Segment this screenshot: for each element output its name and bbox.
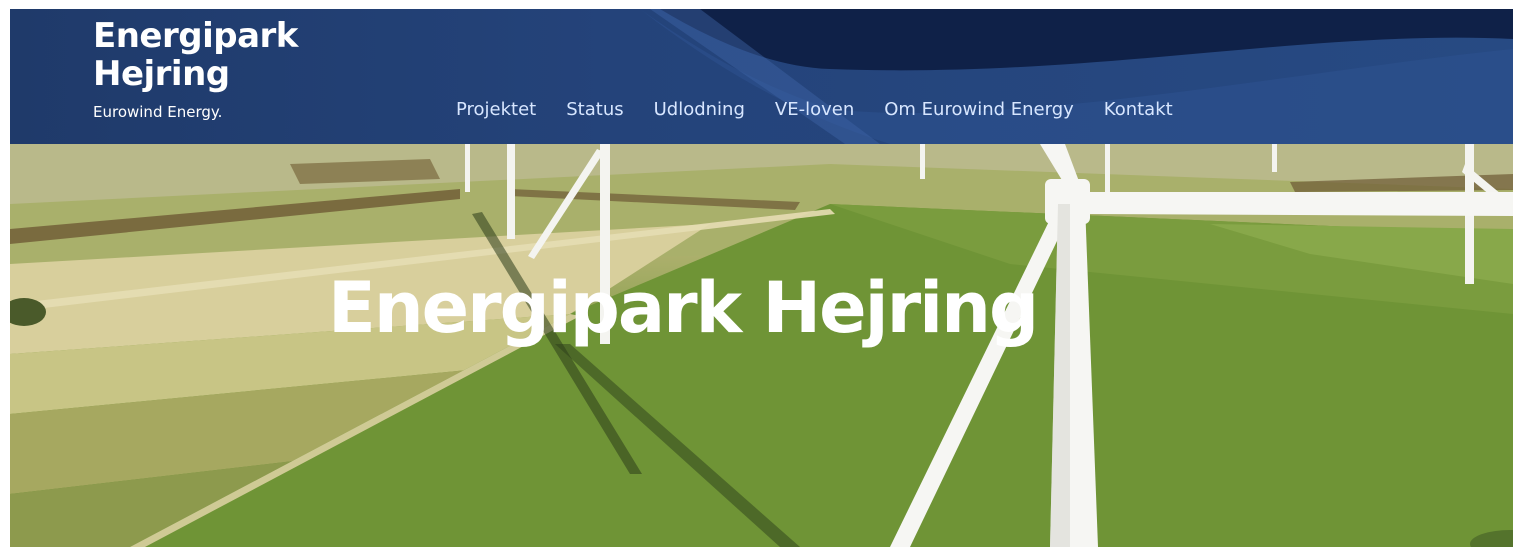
nav-item-om-eurowind-energy[interactable]: Om Eurowind Energy bbox=[884, 98, 1074, 122]
logo-title-line1: Energipark bbox=[93, 16, 298, 56]
nav-item-kontakt[interactable]: Kontakt bbox=[1104, 98, 1173, 122]
site-logo[interactable]: Energipark Hejring Eurowind Energy. bbox=[93, 17, 298, 121]
hero-banner: Energipark Hejring bbox=[10, 144, 1513, 547]
site-header: Energipark Hejring Eurowind Energy. Proj… bbox=[10, 9, 1513, 144]
main-nav: Projektet Status Udlodning VE-loven Om E… bbox=[456, 98, 1203, 122]
nav-item-projektet[interactable]: Projektet bbox=[456, 98, 536, 122]
logo-title-line2: Hejring bbox=[93, 54, 230, 94]
page-frame: Energipark Hejring Eurowind Energy. Proj… bbox=[10, 9, 1513, 547]
nav-item-udlodning[interactable]: Udlodning bbox=[654, 98, 745, 122]
nav-item-status[interactable]: Status bbox=[566, 98, 623, 122]
hero-title: Energipark Hejring bbox=[328, 267, 1039, 349]
nav-item-ve-loven[interactable]: VE-loven bbox=[775, 98, 854, 122]
logo-subtitle: Eurowind Energy. bbox=[93, 103, 223, 121]
